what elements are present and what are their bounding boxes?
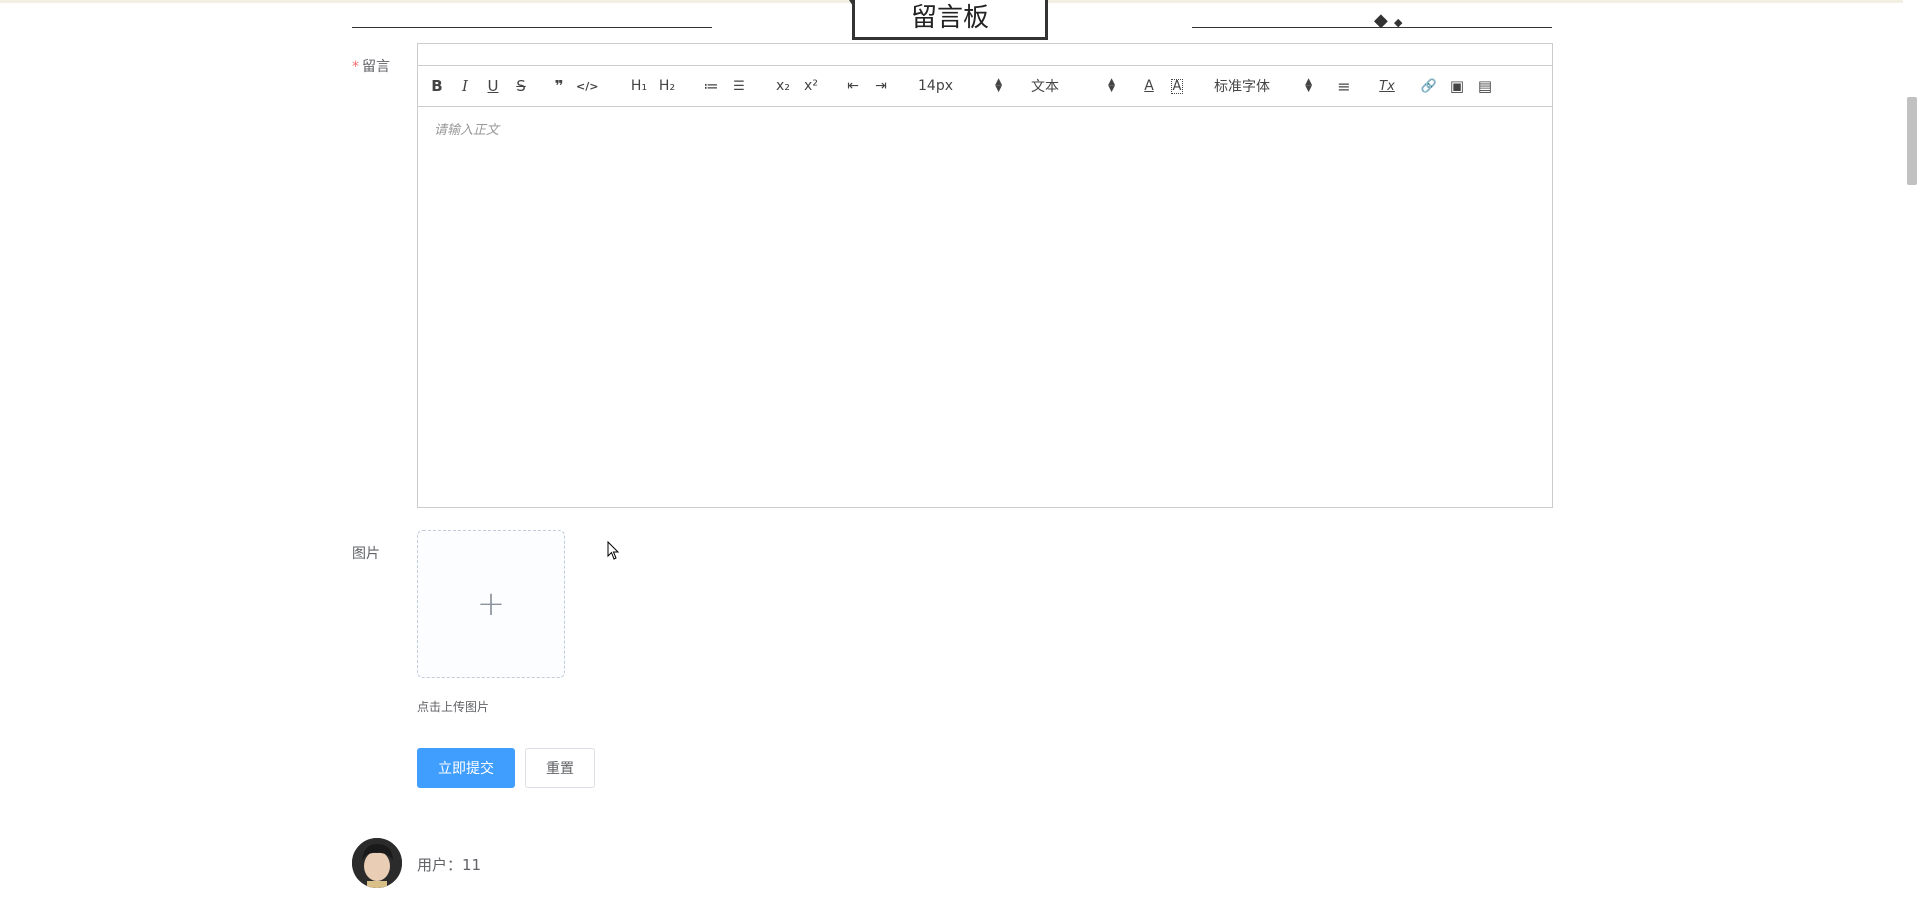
required-mark: * (352, 59, 359, 75)
ordered-list-button[interactable]: ≔ (700, 74, 722, 98)
message-board-page: 留言板 ◆ ◆ * 留言 B I U S ❞ </> H₁ H₂ ≔ ☰ x₂ x²… (0, 0, 1920, 918)
vertical-scrollbar[interactable] (1903, 0, 1920, 918)
upload-tip: 点击上传图片 (417, 700, 490, 714)
editor-toolbar: B I U S ❞ </> H₁ H₂ ≔ ☰ x₂ x² ⇤ ⇥ 14px ▲… (418, 66, 1552, 107)
avatar (352, 838, 402, 888)
background-color-button[interactable]: A (1166, 74, 1188, 98)
link-button[interactable]: 🔗 (1418, 74, 1440, 98)
user-name: 用户：11 (417, 856, 482, 874)
font-select-arrows-icon: ▲ ▼ (1305, 77, 1312, 94)
header-select[interactable]: 文本 ▲ ▼ (1031, 74, 1115, 98)
underline-button[interactable]: U (482, 74, 504, 98)
bullet-list-button[interactable]: ☰ (728, 74, 750, 98)
message-label-text: 留言 (362, 59, 390, 75)
strike-button[interactable]: S (510, 74, 532, 98)
background-color-icon: A (1170, 78, 1184, 94)
font-select[interactable]: 标准字体 ▲ ▼ (1214, 74, 1312, 98)
image-upload-button[interactable]: + (417, 530, 565, 678)
submit-button[interactable]: 立即提交 (417, 748, 515, 788)
rich-text-editor: B I U S ❞ </> H₁ H₂ ≔ ☰ x₂ x² ⇤ ⇥ 14px ▲… (417, 43, 1553, 508)
message-label: * 留言 (352, 56, 390, 76)
clean-format-button[interactable]: Tx (1376, 74, 1398, 98)
image-button[interactable]: ▣ (1446, 74, 1468, 98)
outdent-button[interactable]: ⇤ (842, 74, 864, 98)
header-line-left (352, 27, 712, 28)
plus-icon: + (476, 584, 506, 624)
image-label: 图片 (352, 546, 380, 562)
font-select-value: 标准字体 (1214, 79, 1270, 95)
editor-content-area[interactable]: 请输入正文 (418, 107, 1552, 507)
indent-button[interactable]: ⇥ (870, 74, 892, 98)
align-button[interactable]: ≡ (1333, 74, 1355, 98)
header2-button[interactable]: H₂ (656, 74, 678, 98)
code-block-button[interactable]: </> (576, 74, 598, 98)
italic-button[interactable]: I (454, 74, 476, 98)
header-select-arrows-icon: ▲ ▼ (1108, 77, 1115, 94)
size-select-arrows-icon: ▲ ▼ (995, 77, 1002, 94)
scrollbar-thumb[interactable] (1907, 97, 1917, 185)
header-line-right (1192, 27, 1552, 28)
size-select-value: 14px (918, 78, 953, 94)
text-color-icon: A (1144, 78, 1154, 94)
editor-placeholder: 请输入正文 (434, 123, 500, 138)
header-select-value: 文本 (1031, 79, 1059, 95)
mouse-cursor-icon (607, 541, 620, 560)
subscript-button[interactable]: x₂ (772, 74, 794, 98)
editor-top-bar (418, 44, 1552, 66)
blockquote-button[interactable]: ❞ (548, 74, 570, 98)
video-button[interactable]: ▤ (1474, 74, 1496, 98)
size-select[interactable]: 14px ▲ ▼ (918, 74, 1002, 98)
header1-button[interactable]: H₁ (628, 74, 650, 98)
bold-button[interactable]: B (426, 74, 448, 98)
text-color-button[interactable]: A (1138, 74, 1160, 98)
board-title: 留言板 (852, 0, 1048, 40)
superscript-button[interactable]: x² (800, 74, 822, 98)
reset-button[interactable]: 重置 (525, 748, 595, 788)
